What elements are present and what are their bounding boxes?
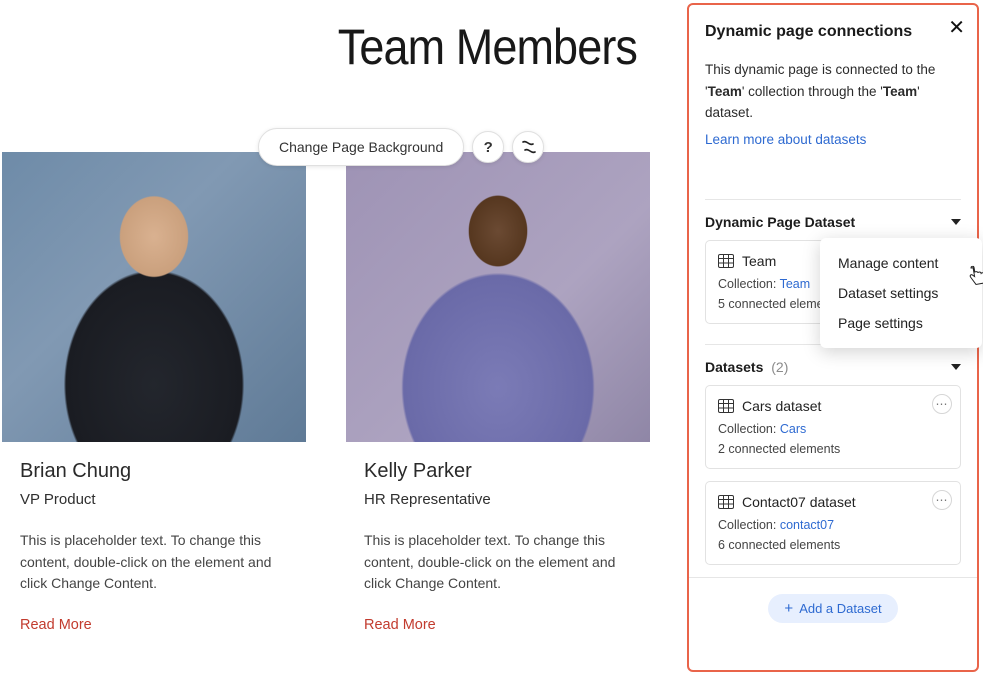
panel-title: Dynamic page connections (705, 23, 961, 41)
team-card[interactable]: Kelly Parker HR Representative This is p… (346, 152, 650, 633)
dataset-card-cars[interactable]: ⋯ Cars dataset Collection: Cars 2 connec… (705, 385, 961, 469)
desc-collection-name: Team (708, 84, 742, 99)
chevron-down-icon (951, 364, 961, 370)
dataset-collection: Collection: contact07 (718, 518, 948, 532)
menu-page-settings[interactable]: Page settings (820, 308, 982, 338)
collection-label: Collection: (718, 277, 780, 291)
member-desc[interactable]: This is placeholder text. To change this… (364, 530, 632, 595)
datasets-section: Datasets (2) ⋯ Cars dataset Collection: … (705, 344, 961, 565)
member-photo[interactable] (346, 152, 650, 442)
team-card[interactable]: Brian Chung VP Product This is placehold… (2, 152, 306, 633)
change-page-background-button[interactable]: Change Page Background (258, 128, 464, 166)
add-dataset-button[interactable]: + Add a Dataset (768, 594, 897, 623)
card-body: Brian Chung VP Product This is placehold… (2, 442, 306, 633)
element-toolbar: Change Page Background ? (258, 128, 544, 166)
card-body: Kelly Parker HR Representative This is p… (346, 442, 650, 633)
table-icon (718, 399, 734, 413)
dataset-name: Cars dataset (742, 398, 821, 414)
editor-canvas: Team Members Change Page Background ? Br… (0, 0, 682, 676)
section-title: Dynamic Page Dataset (705, 214, 855, 230)
dataset-name: Team (742, 253, 776, 269)
connected-elements: 6 connected elements (718, 538, 948, 552)
animation-icon[interactable] (512, 131, 544, 163)
dataset-card-contact07[interactable]: ⋯ Contact07 dataset Collection: contact0… (705, 481, 961, 565)
collection-link[interactable]: contact07 (780, 518, 834, 532)
table-icon (718, 495, 734, 509)
section-title: Datasets (2) (705, 359, 788, 375)
collection-label: Collection: (718, 518, 780, 532)
dynamic-page-connections-panel: ✕ Dynamic page connections This dynamic … (687, 3, 979, 672)
panel-description: This dynamic page is connected to the 'T… (705, 59, 961, 124)
dataset-collection: Collection: Cars (718, 422, 948, 436)
connected-elements: 2 connected elements (718, 442, 948, 456)
member-name[interactable]: Brian Chung (20, 460, 288, 483)
more-options-icon[interactable]: ⋯ (932, 490, 952, 510)
member-desc[interactable]: This is placeholder text. To change this… (20, 530, 288, 595)
member-role[interactable]: HR Representative (364, 491, 632, 508)
section-title-text: Datasets (705, 359, 763, 375)
member-name[interactable]: Kelly Parker (364, 460, 632, 483)
team-cards: Brian Chung VP Product This is placehold… (0, 152, 650, 633)
more-options-icon[interactable]: ⋯ (932, 394, 952, 414)
member-photo[interactable] (2, 152, 306, 442)
learn-more-link[interactable]: Learn more about datasets (705, 132, 866, 147)
collection-label: Collection: (718, 422, 780, 436)
page-title[interactable]: Team Members (68, 0, 682, 76)
help-icon[interactable]: ? (472, 131, 504, 163)
dataset-name: Contact07 dataset (742, 494, 856, 510)
read-more-link[interactable]: Read More (364, 617, 632, 633)
chevron-down-icon (951, 219, 961, 225)
member-role[interactable]: VP Product (20, 491, 288, 508)
collection-link[interactable]: Team (780, 277, 811, 291)
menu-dataset-settings[interactable]: Dataset settings (820, 278, 982, 308)
add-dataset-label: Add a Dataset (799, 601, 881, 616)
read-more-link[interactable]: Read More (20, 617, 288, 633)
add-dataset-section: + Add a Dataset (689, 577, 977, 623)
table-icon (718, 254, 734, 268)
section-header[interactable]: Dynamic Page Dataset (705, 214, 961, 240)
close-icon[interactable]: ✕ (948, 15, 965, 40)
section-header[interactable]: Datasets (2) (705, 359, 961, 385)
menu-manage-content[interactable]: Manage content (820, 248, 982, 278)
dataset-context-menu: Manage content Dataset settings Page set… (820, 238, 982, 348)
plus-icon: + (784, 601, 793, 616)
section-count: (2) (771, 359, 788, 375)
desc-dataset-name: Team (883, 84, 917, 99)
desc-text: ' collection through the ' (742, 84, 883, 99)
collection-link[interactable]: Cars (780, 422, 806, 436)
